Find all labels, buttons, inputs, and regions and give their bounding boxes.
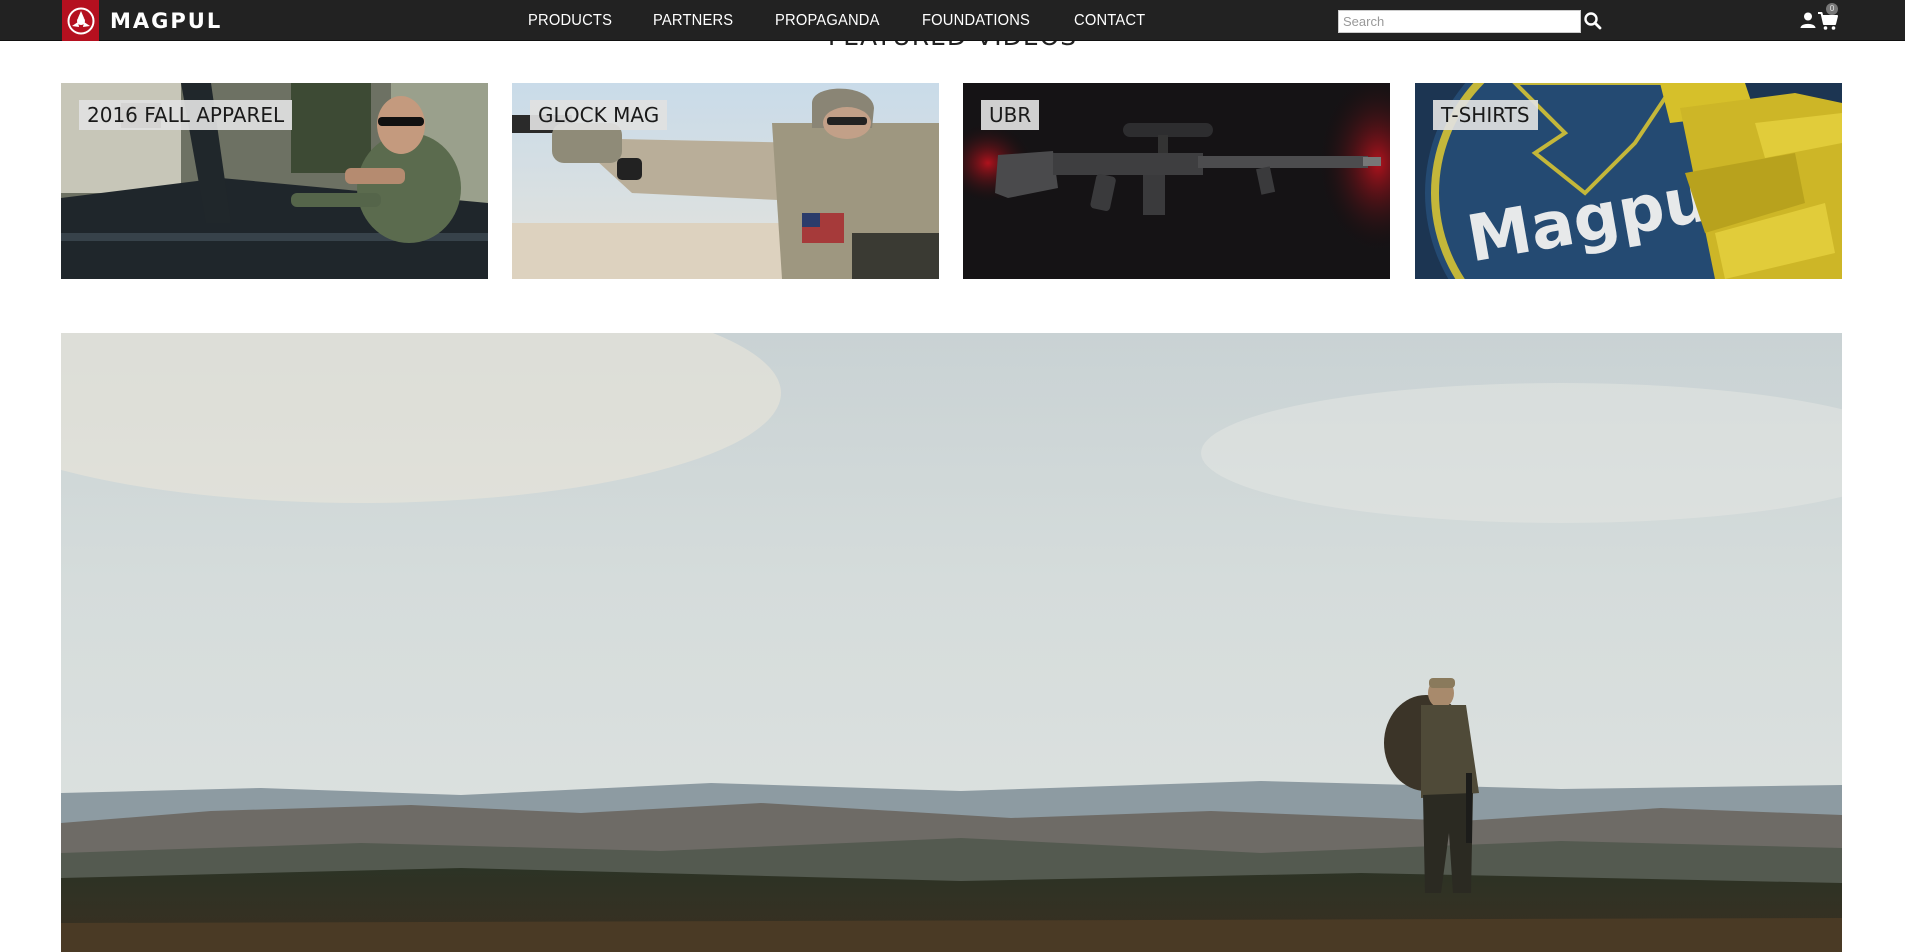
tile-label: UBR [981, 100, 1040, 130]
nav-propaganda[interactable]: PROPAGANDA [775, 0, 880, 41]
video-tile-fall-apparel[interactable]: 2016 FALL APPAREL [61, 83, 488, 279]
video-tile-t-shirts[interactable]: Magpul T-SHIRTS [1415, 83, 1842, 279]
nav-contact[interactable]: CONTACT [1074, 0, 1145, 41]
tile-label: 2016 FALL APPAREL [79, 100, 293, 130]
main-nav: PRODUCTS PARTNERS PROPAGANDA FOUNDATIONS… [528, 0, 1185, 41]
nav-products[interactable]: PRODUCTS [528, 0, 612, 41]
nav-foundations[interactable]: FOUNDATIONS [922, 0, 1030, 41]
tile-label: GLOCK MAG [530, 100, 668, 130]
search-icon[interactable] [1583, 11, 1603, 31]
video-tile-glock-mag[interactable]: GLOCK MAG [512, 83, 939, 279]
brand-wordmark[interactable]: MAGPUL [110, 9, 222, 33]
hero-banner-image[interactable] [61, 333, 1842, 952]
user-icon[interactable] [1799, 11, 1817, 29]
video-tile-ubr[interactable]: UBR [963, 83, 1390, 279]
cart-count-badge: 0 [1826, 3, 1838, 15]
top-navigation-bar: MAGPUL PRODUCTS PARTNERS PROPAGANDA FOUN… [0, 0, 1905, 41]
tile-label: T-SHIRTS [1433, 100, 1538, 130]
magpul-logo-icon[interactable] [62, 0, 99, 41]
search-input[interactable] [1338, 10, 1581, 33]
hunter-landscape-photo [61, 333, 1842, 952]
nav-partners[interactable]: PARTNERS [653, 0, 733, 41]
